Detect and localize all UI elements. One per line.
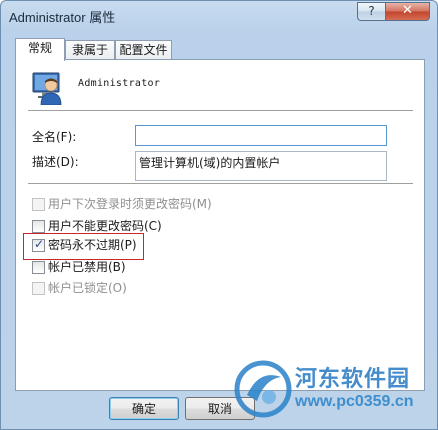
full-name-label: 全名(F): — [32, 130, 77, 144]
general-panel: Administrator 全名(F): 描述(D): 管理计算机(域)的内置帐… — [15, 59, 425, 391]
checkbox-box[interactable] — [32, 219, 45, 233]
tab-profile[interactable]: 配置文件 — [115, 40, 172, 60]
tab-general[interactable]: 常规 — [15, 38, 65, 61]
properties-dialog: Administrator 属性 ? ✕ 常规 隶属于 配置文件 Adminis… — [0, 0, 438, 430]
account-disabled-checkbox[interactable]: 帐户已禁用(B) — [32, 259, 126, 275]
checkbox-label: 帐户已锁定(O) — [48, 280, 127, 295]
watermark-url: www.pc0359.cn — [295, 393, 414, 410]
checkbox-label: 用户不能更改密码(C) — [48, 218, 162, 233]
checkbox-box — [32, 197, 45, 211]
description-input[interactable]: 管理计算机(域)的内置帐户 — [135, 151, 387, 181]
help-button[interactable]: ? — [357, 2, 385, 21]
title-bar[interactable]: Administrator 属性 ? ✕ — [1, 1, 437, 31]
description-label: 描述(D): — [32, 155, 79, 169]
separator — [28, 110, 413, 112]
account-locked-checkbox: 帐户已锁定(O) — [32, 280, 127, 296]
full-name-input[interactable] — [135, 125, 387, 146]
user-icon — [32, 72, 62, 105]
ok-button[interactable]: 确定 — [109, 397, 179, 420]
account-name: Administrator — [78, 78, 161, 89]
checkbox-box[interactable] — [32, 260, 45, 274]
must-change-password-checkbox: 用户下次登录时须更改密码(M) — [32, 196, 212, 212]
window-title: Administrator 属性 — [9, 10, 116, 25]
separator — [28, 183, 413, 185]
watermark: 河东软件园 www.pc0359.cn — [233, 359, 433, 421]
watermark-site-name: 河东软件园 — [295, 366, 411, 392]
cannot-change-password-checkbox[interactable]: 用户不能更改密码(C) — [32, 218, 162, 234]
site-logo-icon — [234, 360, 292, 418]
tab-member-of[interactable]: 隶属于 — [65, 40, 115, 60]
close-button[interactable]: ✕ — [385, 2, 430, 21]
highlight-box — [23, 233, 144, 260]
checkbox-label: 帐户已禁用(B) — [48, 259, 126, 274]
checkbox-label: 用户下次登录时须更改密码(M) — [48, 196, 212, 211]
checkbox-box — [32, 281, 45, 295]
